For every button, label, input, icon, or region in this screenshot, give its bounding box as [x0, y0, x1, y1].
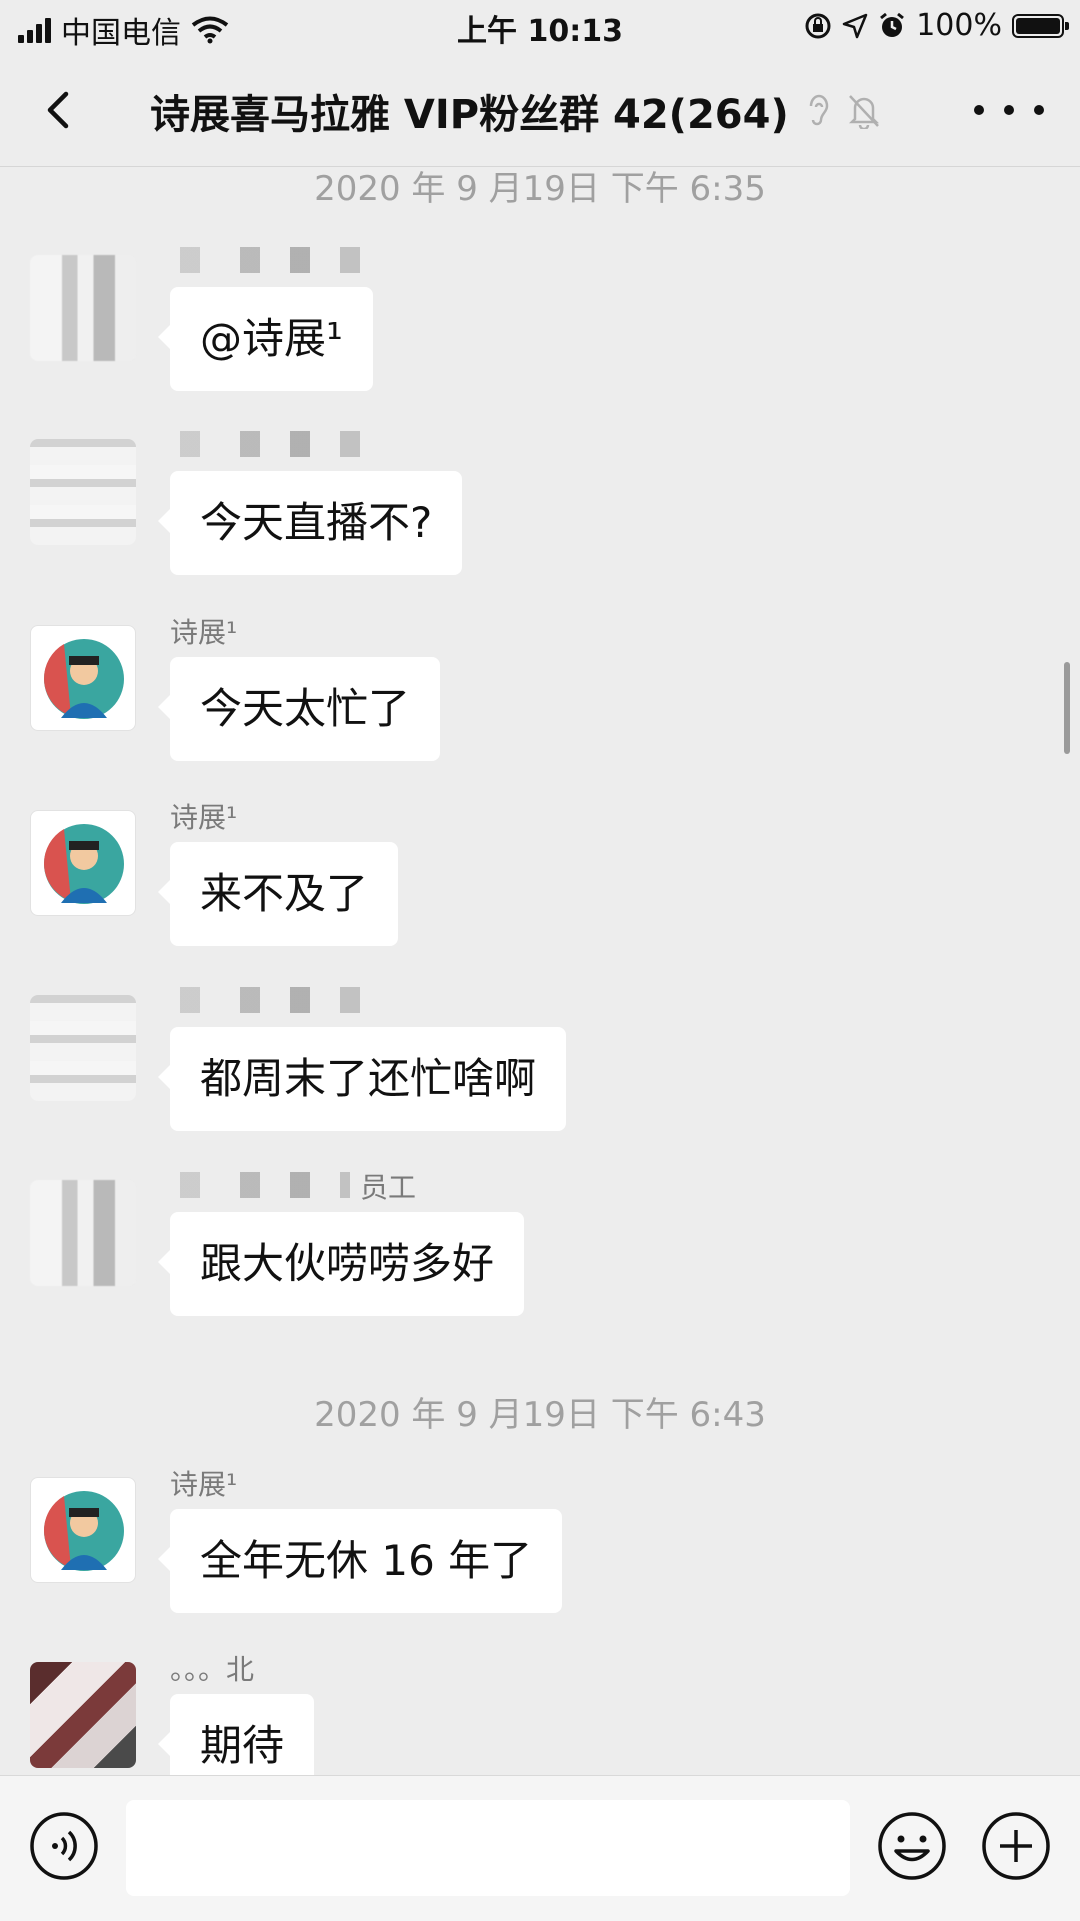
battery-percent: 100%: [916, 8, 1002, 43]
avatar[interactable]: [30, 810, 136, 916]
back-icon[interactable]: [30, 80, 90, 140]
alarm-icon: [880, 12, 905, 37]
sender-name: 。。。北: [170, 1653, 255, 1686]
scrollbar[interactable]: [1064, 662, 1070, 754]
avatar[interactable]: [30, 255, 136, 361]
mute-bell-icon: [848, 95, 879, 129]
status-bar: 中国电信 上午 10:13 100%: [0, 0, 1080, 56]
message-bubble[interactable]: 期待: [157, 1694, 315, 1775]
avatar[interactable]: [30, 625, 136, 731]
message-input[interactable]: [126, 1800, 850, 1896]
avatar[interactable]: [30, 1477, 136, 1583]
title-icons: [805, 92, 881, 130]
avatar[interactable]: [30, 1180, 136, 1286]
message-bubble[interactable]: 今天直播不?: [157, 471, 463, 575]
chat-title: 诗展喜马拉雅 VIP粉丝群 42(264): [150, 92, 789, 138]
avatar[interactable]: [30, 439, 136, 545]
input-bar: [0, 1775, 1080, 1921]
timestamp: 2020 年 9 月19日 下午 6:35: [314, 169, 766, 209]
message-bubble[interactable]: @诗展¹: [158, 287, 373, 391]
timestamp: 2020 年 9 月19日 下午 6:43: [314, 1395, 766, 1435]
person-avatar-icon: [43, 824, 124, 904]
battery-fill: [1016, 17, 1060, 34]
nav-bar: 诗展喜马拉雅 VIP粉丝群 42(264): [0, 56, 1080, 167]
status-right: 100%: [804, 8, 1069, 43]
avatar[interactable]: [30, 1662, 136, 1768]
lock-rotation-icon: [805, 13, 831, 38]
sender-name-redacted: [170, 247, 410, 273]
more-icon[interactable]: [974, 90, 1044, 130]
message-bubble[interactable]: 今天太忙了: [157, 657, 441, 761]
sender-name: 诗展¹: [170, 616, 238, 649]
ear-icon: [809, 94, 828, 126]
emoji-icon[interactable]: [876, 1810, 948, 1882]
message-bubble[interactable]: 跟大伙唠唠多好: [157, 1212, 525, 1316]
sender-name-redacted: [170, 987, 410, 1013]
location-icon: [842, 13, 868, 38]
sender-name: 诗展¹: [170, 801, 238, 834]
voice-icon[interactable]: [28, 1810, 100, 1882]
plus-icon[interactable]: [980, 1810, 1052, 1882]
battery-icon: [1012, 13, 1069, 38]
chat-area[interactable]: 2020 年 9 月19日 下午 6:35 @诗展¹ 今天直播不? 诗展¹ 今天…: [0, 167, 1080, 1775]
message-bubble[interactable]: 来不及了: [157, 842, 399, 946]
message-bubble[interactable]: 全年无休 16 年了: [157, 1509, 563, 1613]
sender-name: 员工: [360, 1171, 417, 1204]
chat-title-group[interactable]: 诗展喜马拉雅 VIP粉丝群 42(264): [150, 82, 881, 140]
sender-name-redacted: [170, 1172, 350, 1198]
message-bubble[interactable]: 都周末了还忙啥啊: [157, 1027, 567, 1131]
sender-name: 诗展¹: [170, 1468, 238, 1501]
person-avatar-icon: [43, 639, 124, 719]
sender-name-redacted: [170, 431, 410, 457]
person-avatar-icon: [43, 1491, 124, 1571]
avatar[interactable]: [30, 995, 136, 1101]
